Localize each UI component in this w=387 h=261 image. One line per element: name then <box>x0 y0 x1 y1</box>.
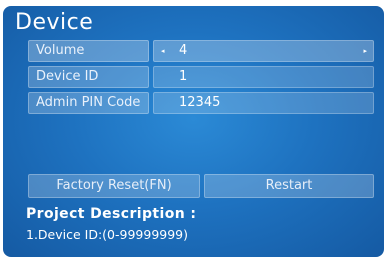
admin-pin-value[interactable]: 12345 <box>153 92 374 114</box>
device-settings-screen: Device Volume ◂ 4 ▸ Device ID 1 Admin PI… <box>3 6 384 257</box>
admin-pin-label: Admin PIN Code <box>28 92 149 114</box>
volume-value-selector[interactable]: ◂ 4 ▸ <box>153 40 374 62</box>
decrease-arrow-icon[interactable]: ◂ <box>161 41 165 61</box>
description-line: 1.Device ID:(0-99999999) <box>26 227 189 242</box>
restart-button[interactable]: Restart <box>204 174 374 198</box>
device-id-row[interactable]: Device ID 1 <box>28 66 374 88</box>
device-id-value[interactable]: 1 <box>153 66 374 88</box>
description-title: Project Description : <box>26 206 197 222</box>
volume-label: Volume <box>28 40 149 62</box>
volume-value: 4 <box>179 43 188 58</box>
page-title: Device <box>15 10 94 35</box>
admin-pin-row[interactable]: Admin PIN Code 12345 <box>28 92 374 114</box>
volume-row[interactable]: Volume ◂ 4 ▸ <box>28 40 374 62</box>
increase-arrow-icon[interactable]: ▸ <box>363 41 367 61</box>
device-id-label: Device ID <box>28 66 149 88</box>
factory-reset-button[interactable]: Factory Reset(FN) <box>28 174 200 198</box>
